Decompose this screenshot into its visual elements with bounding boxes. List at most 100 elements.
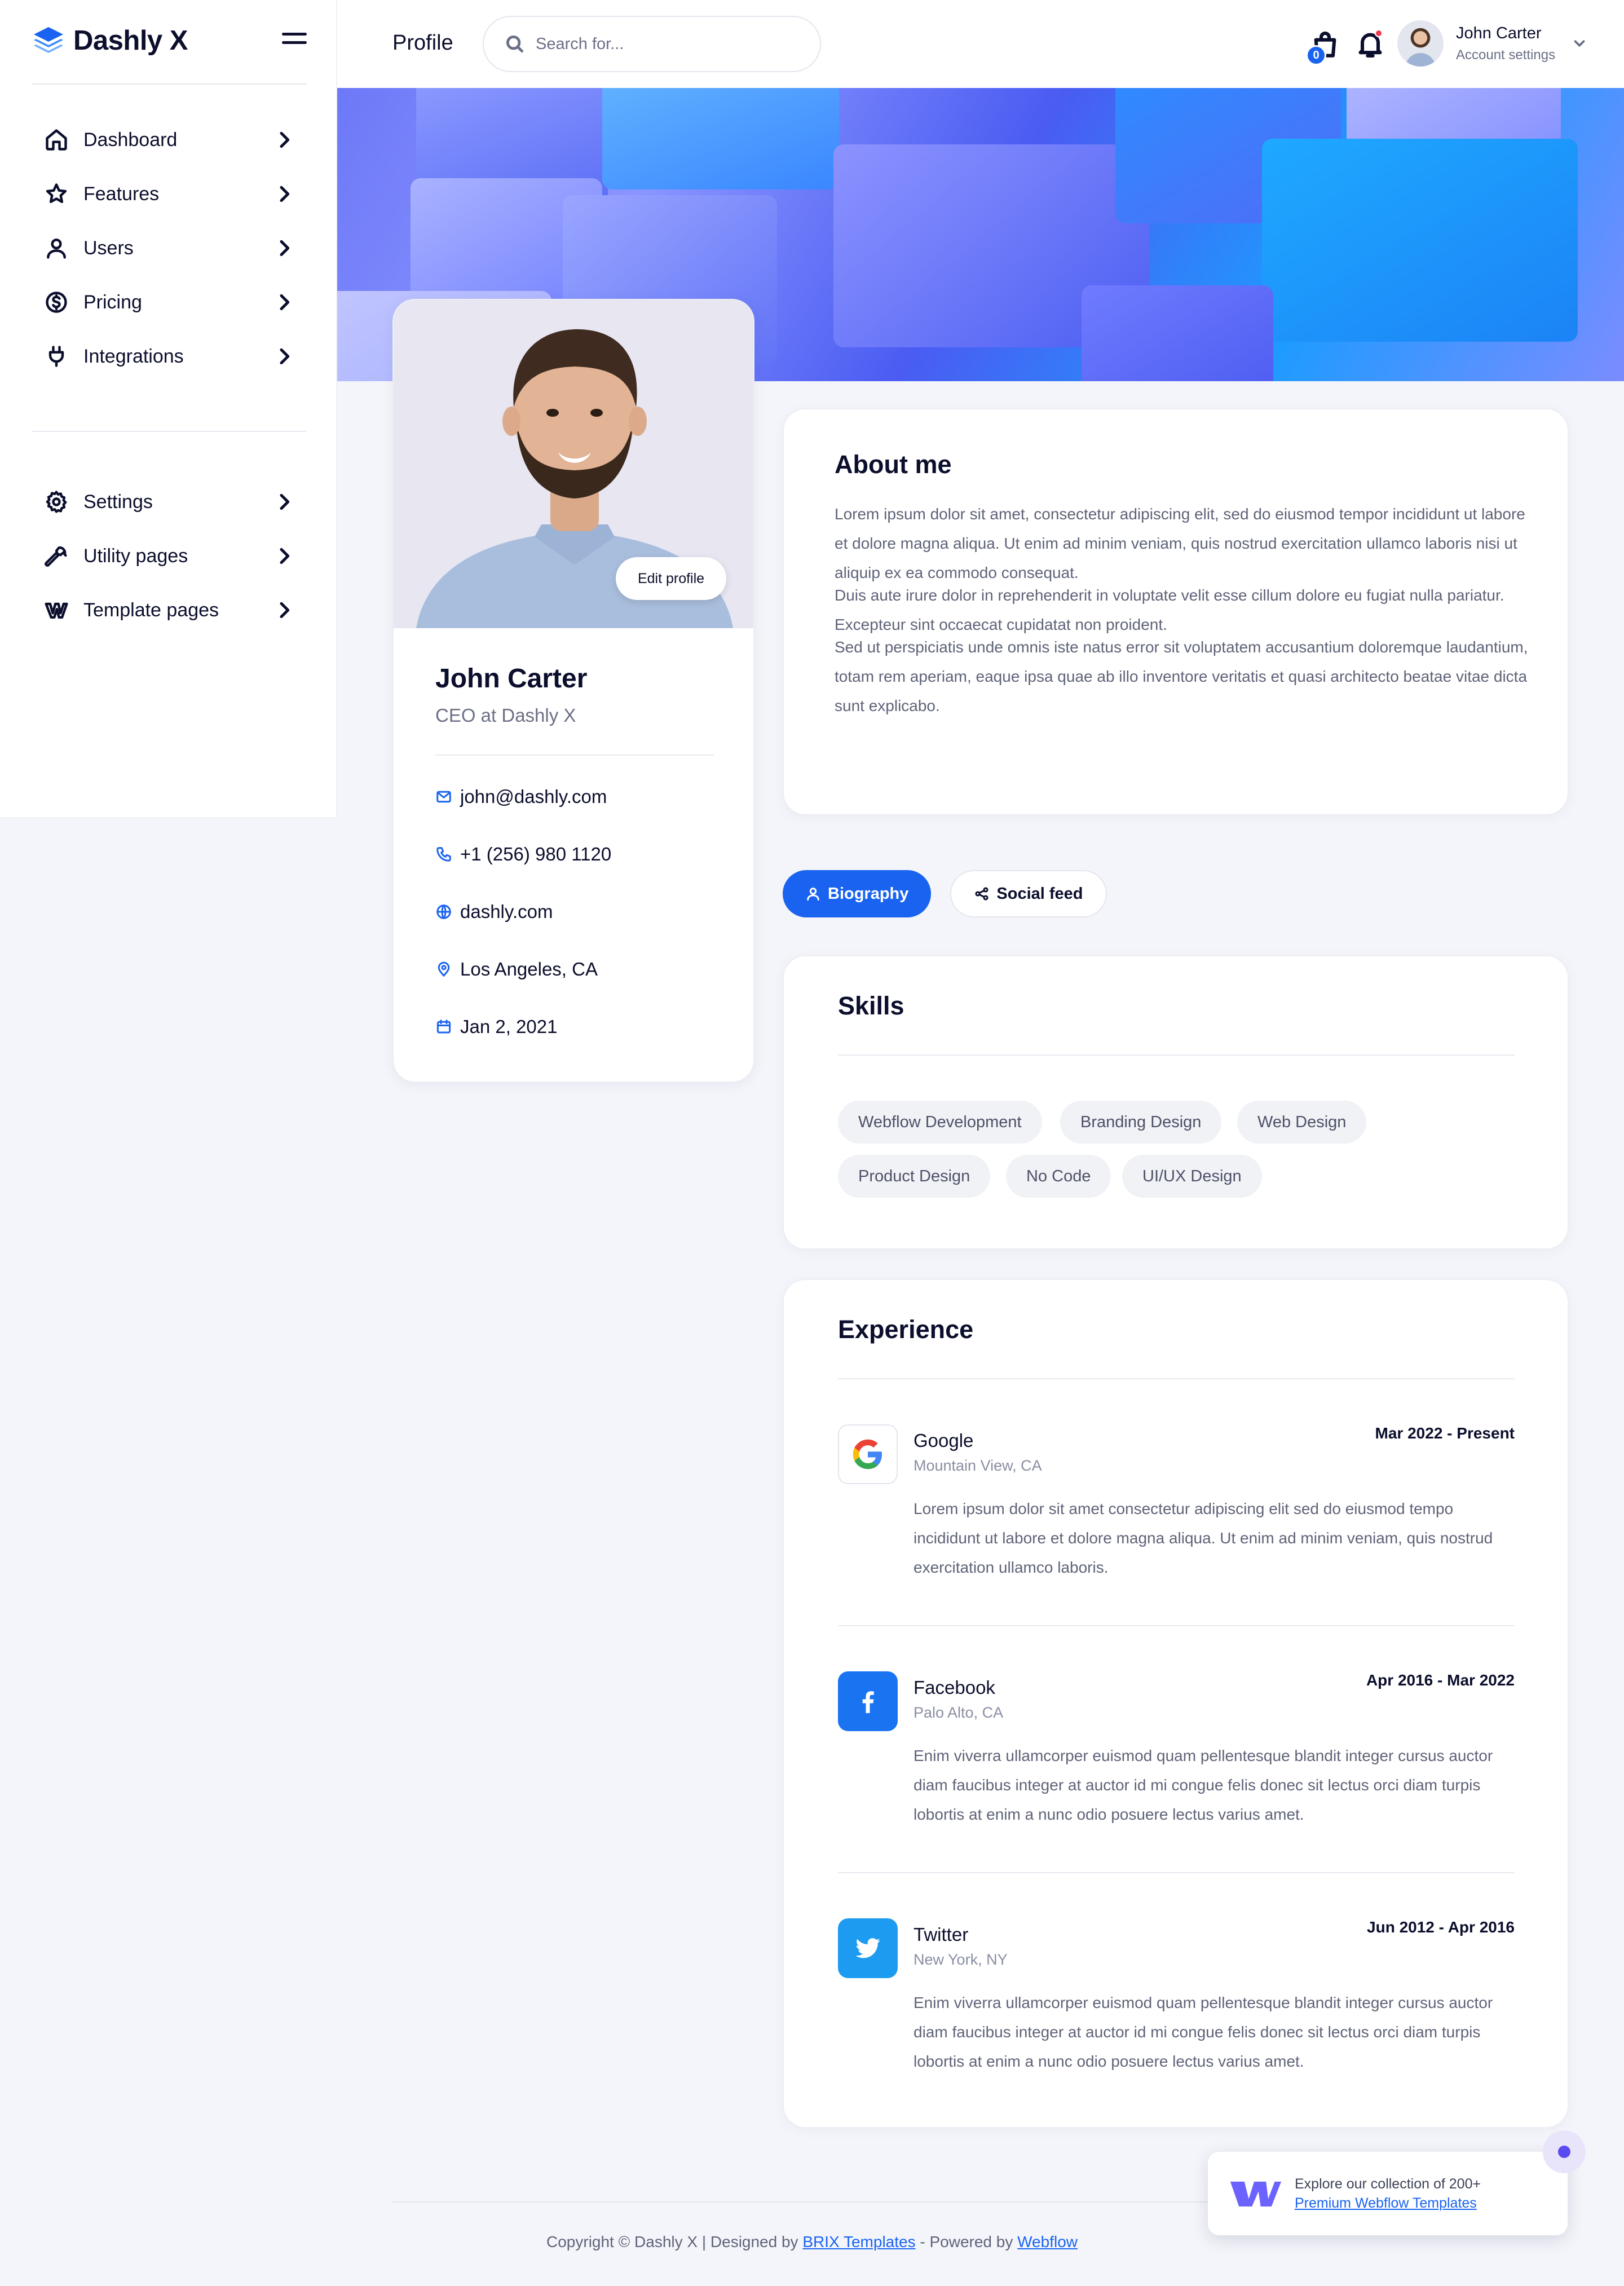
experience-card: Experience Google Mountain View, CA Mar … (783, 1279, 1569, 2128)
google-logo-icon (838, 1424, 898, 1484)
experience-description: Enim viverra ullamcorper euismod quam pe… (914, 1994, 1493, 2070)
sidebar-item-template-pages[interactable]: Template pages (32, 583, 307, 637)
contact-website[interactable]: dashly.com (435, 901, 553, 923)
experience-dates: Apr 2016 - Mar 2022 (1366, 1671, 1515, 1689)
chevron-right-icon (273, 345, 295, 368)
contact-location: Los Angeles, CA (435, 959, 598, 980)
chevron-right-icon (273, 599, 295, 621)
chevron-right-icon (273, 237, 295, 259)
phone-icon (436, 847, 451, 862)
promo-popup[interactable]: Explore our collection of 200+ Premium W… (1208, 2152, 1568, 2235)
experience-title: Experience (838, 1315, 974, 1344)
webflow-promo-icon (1230, 2181, 1282, 2207)
about-paragraph: Duis aute irure dolor in reprehenderit i… (835, 586, 1504, 633)
about-title: About me (835, 450, 952, 479)
top-header: Profile 0 John Carter Account settings (337, 0, 1624, 88)
about-paragraph: Sed ut perspiciatis unde omnis iste natu… (835, 638, 1528, 714)
profile-divider (435, 754, 714, 756)
sidebar-item-label: Features (83, 183, 160, 205)
globe-icon (436, 904, 451, 919)
experience-item: Google Mountain View, CA Mar 2022 - Pres… (838, 1424, 1515, 1594)
sidebar-item-users[interactable]: Users (32, 221, 307, 275)
skills-title: Skills (838, 991, 904, 1020)
skill-tag: Web Design (1237, 1101, 1367, 1144)
sidebar-item-dashboard[interactable]: Dashboard (32, 113, 307, 167)
notifications-button[interactable] (1354, 28, 1388, 62)
experience-location: Palo Alto, CA (914, 1704, 1004, 1721)
search-box[interactable] (483, 16, 821, 72)
tab-social-feed[interactable]: Social feed (950, 870, 1107, 917)
cart-button[interactable]: 0 (1306, 29, 1343, 65)
mail-icon (436, 791, 451, 803)
calendar-icon (436, 1020, 451, 1034)
profile-card: Edit profile John Carter CEO at Dashly X… (392, 299, 754, 1083)
chevron-down-icon (1571, 35, 1588, 52)
account-user-name: John Carter (1456, 24, 1542, 42)
layers-logo-icon (34, 27, 63, 53)
experience-item-divider (838, 1872, 1515, 1873)
account-menu[interactable]: John Carter Account settings (1397, 20, 1588, 67)
skill-tag: UI/UX Design (1122, 1155, 1262, 1198)
avatar (1397, 20, 1444, 67)
chevron-right-icon (273, 183, 295, 205)
facebook-logo-icon (838, 1671, 898, 1731)
search-input[interactable] (536, 34, 795, 54)
skill-tag: Webflow Development (838, 1101, 1042, 1144)
tab-label: Biography (828, 884, 909, 903)
experience-item: Twitter New York, NY Jun 2012 - Apr 2016… (838, 1918, 1515, 2088)
brix-templates-link[interactable]: BRIX Templates (802, 2233, 915, 2250)
sidebar-item-integrations[interactable]: Integrations (32, 329, 307, 383)
contact-location-text: Los Angeles, CA (460, 959, 598, 979)
contact-joined-text: Jan 2, 2021 (460, 1016, 558, 1037)
twitter-logo-icon (838, 1918, 898, 1978)
about-card: About me Lorem ipsum dolor sit amet, con… (783, 408, 1569, 815)
search-icon (506, 35, 524, 53)
experience-dates: Jun 2012 - Apr 2016 (1367, 1918, 1515, 1936)
experience-company: Twitter (914, 1924, 969, 1945)
sidebar-item-features[interactable]: Features (32, 167, 307, 221)
tab-biography[interactable]: Biography (783, 870, 932, 917)
wrench-icon (43, 542, 70, 570)
experience-location: New York, NY (914, 1951, 1008, 1968)
chevron-right-icon (273, 129, 295, 151)
share-icon (975, 887, 988, 901)
sidebar-item-label: Integrations (83, 345, 184, 367)
skill-tag: Product Design (838, 1155, 991, 1198)
experience-item-divider (838, 1625, 1515, 1626)
profile-tabs: Biography Social feed (783, 870, 1107, 917)
sidebar-item-settings[interactable]: Settings (32, 475, 307, 529)
sidebar-item-pricing[interactable]: Pricing (32, 275, 307, 329)
contact-email-text: john@dashly.com (460, 786, 607, 807)
home-icon (43, 126, 70, 153)
edit-profile-button[interactable]: Edit profile (616, 557, 726, 600)
experience-dates: Mar 2022 - Present (1375, 1424, 1515, 1442)
sidebar-item-label: Users (83, 237, 134, 259)
skill-tag: No Code (1006, 1155, 1111, 1198)
user-icon (43, 235, 70, 262)
brand-logo[interactable]: Dashly X (32, 24, 188, 58)
gear-icon (43, 488, 70, 515)
dollar-circle-icon (43, 289, 70, 316)
sidebar-item-label: Pricing (83, 291, 142, 313)
menu-toggle-icon[interactable] (282, 33, 307, 50)
brand-name: Dashly X (73, 25, 188, 56)
sidebar-divider (32, 83, 307, 85)
contact-phone-text: +1 (256) 980 1120 (460, 844, 612, 864)
contact-website-text: dashly.com (460, 901, 553, 922)
promo-link[interactable]: Premium Webflow Templates (1295, 2195, 1477, 2211)
sidebar-item-utility-pages[interactable]: Utility pages (32, 529, 307, 583)
contact-phone[interactable]: +1 (256) 980 1120 (435, 844, 611, 865)
skills-divider (838, 1054, 1515, 1056)
experience-description: Lorem ipsum dolor sit amet consectetur a… (914, 1500, 1493, 1576)
chevron-right-icon (273, 545, 295, 567)
experience-location: Mountain View, CA (914, 1457, 1042, 1474)
promo-toggle-button[interactable] (1543, 2130, 1586, 2173)
webflow-link[interactable]: Webflow (1017, 2233, 1078, 2250)
sidebar-item-label: Utility pages (83, 545, 188, 567)
sidebar-item-label: Settings (83, 491, 153, 513)
profile-role: CEO at Dashly X (435, 705, 576, 726)
contact-email[interactable]: john@dashly.com (435, 786, 607, 807)
map-pin-icon (438, 961, 450, 977)
experience-description: Enim viverra ullamcorper euismod quam pe… (914, 1747, 1493, 1823)
sidebar-item-label: Template pages (83, 599, 219, 621)
